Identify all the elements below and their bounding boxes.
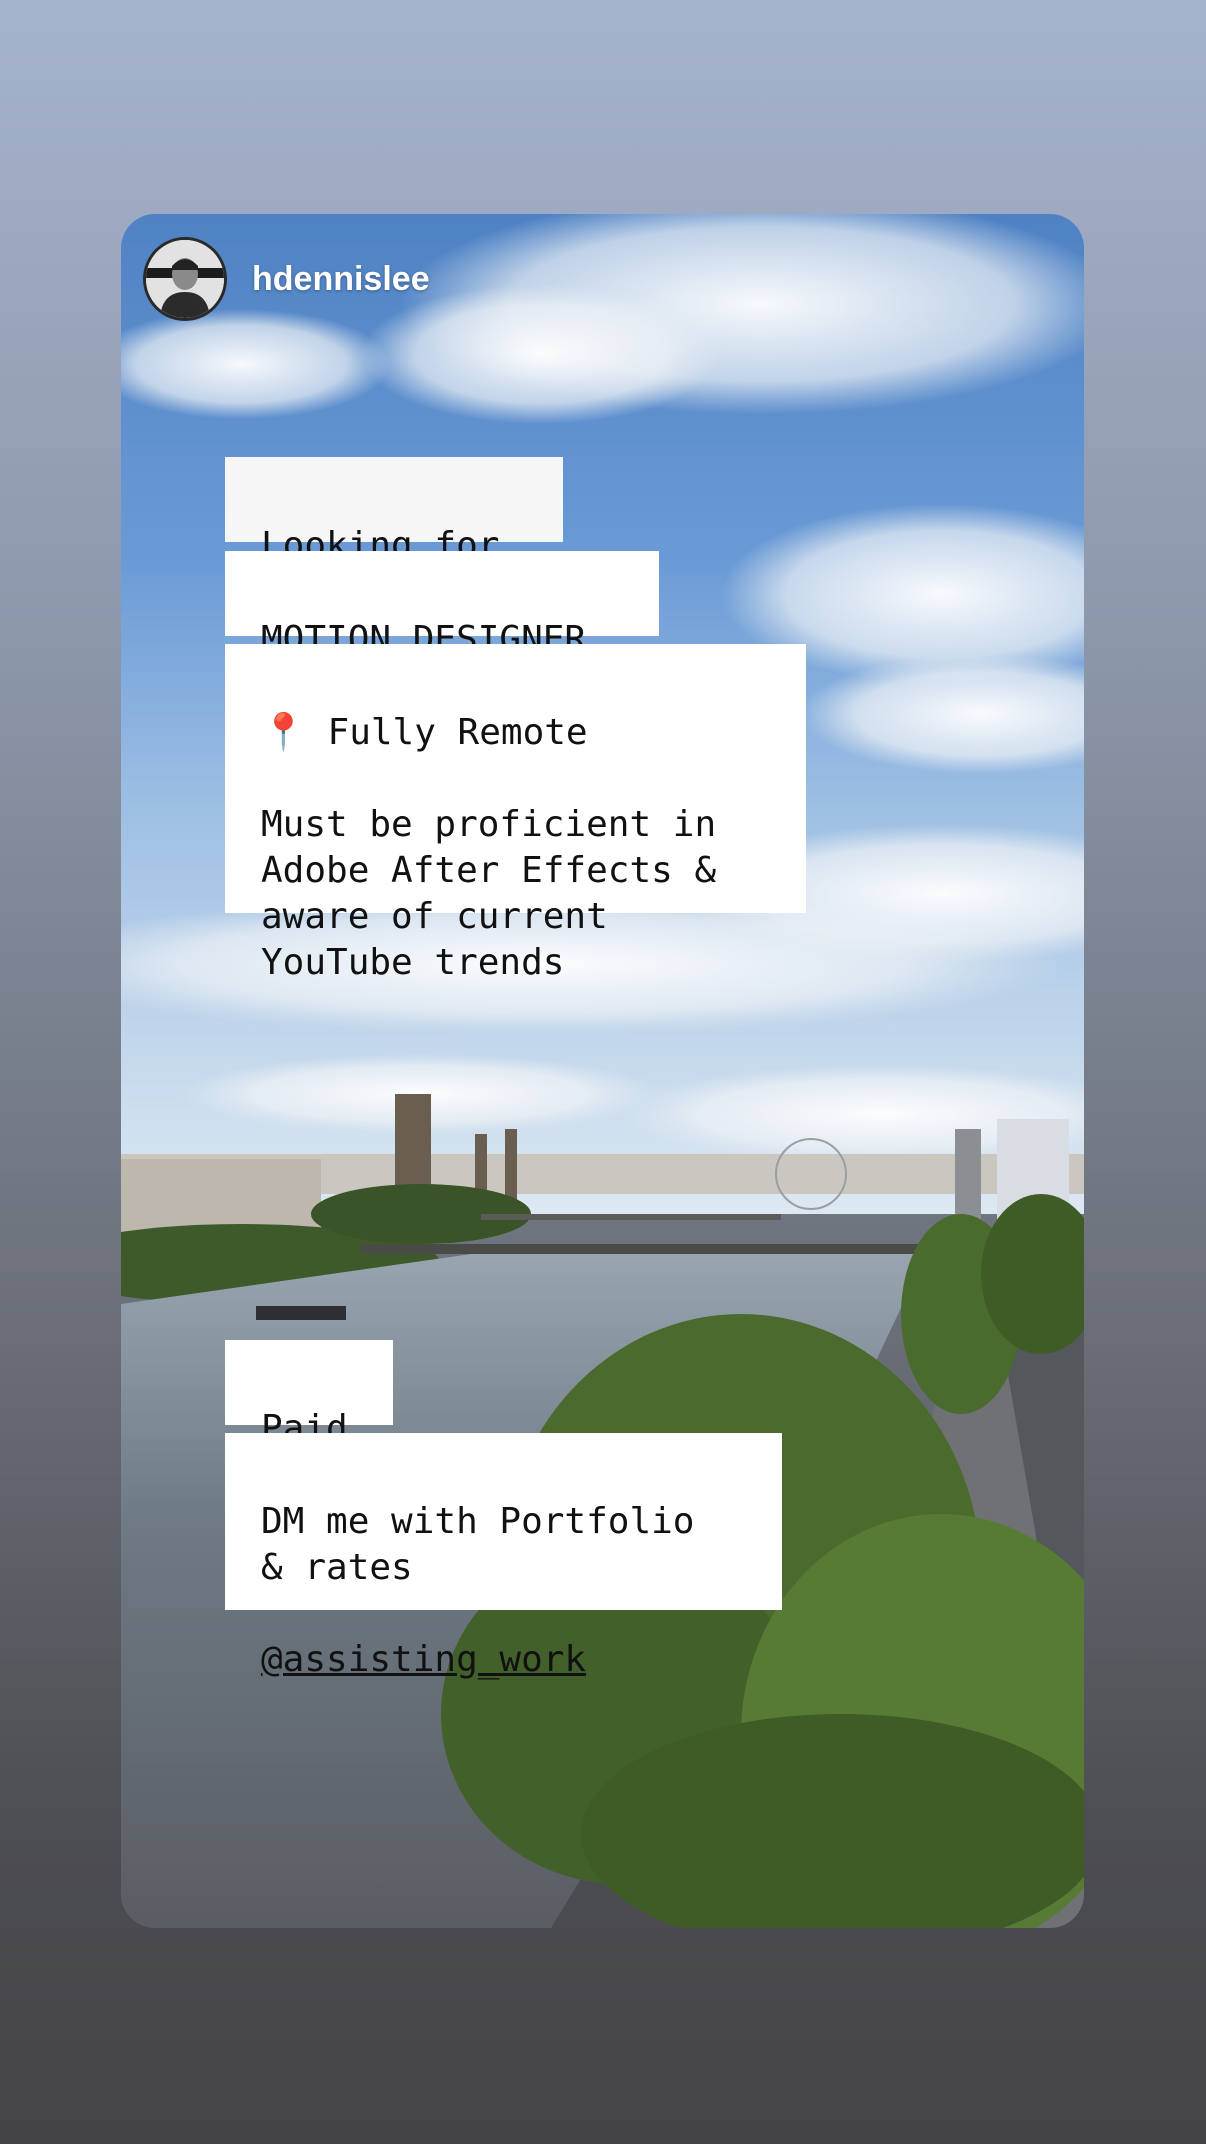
location-pin-icon: 📍 xyxy=(261,712,306,753)
avatar[interactable] xyxy=(143,237,227,321)
sticker-looking-for: Looking for xyxy=(225,457,563,566)
sticker-details: 📍 Fully Remote Must be proficient in Ado… xyxy=(225,644,806,983)
sticker-contact: DM me with Portfolio & rates @assisting_… xyxy=(225,1433,782,1680)
sticker-role: MOTION DESIGNER xyxy=(225,551,659,660)
story-card[interactable]: hdennislee Looking for MOTION DESIGNER 📍… xyxy=(121,214,1084,1928)
username[interactable]: hdennislee xyxy=(252,260,430,299)
sticker-pay: Paid xyxy=(225,1340,393,1449)
profile-photo-icon xyxy=(146,240,224,318)
mention-link[interactable]: @assisting_work xyxy=(261,1639,586,1680)
story-author[interactable]: hdennislee xyxy=(143,237,430,321)
contact-text: DM me with Portfolio & rates xyxy=(261,1501,695,1588)
requirements-text: Must be proficient in Adobe After Effect… xyxy=(261,804,717,983)
location-text: Fully Remote xyxy=(327,712,588,753)
